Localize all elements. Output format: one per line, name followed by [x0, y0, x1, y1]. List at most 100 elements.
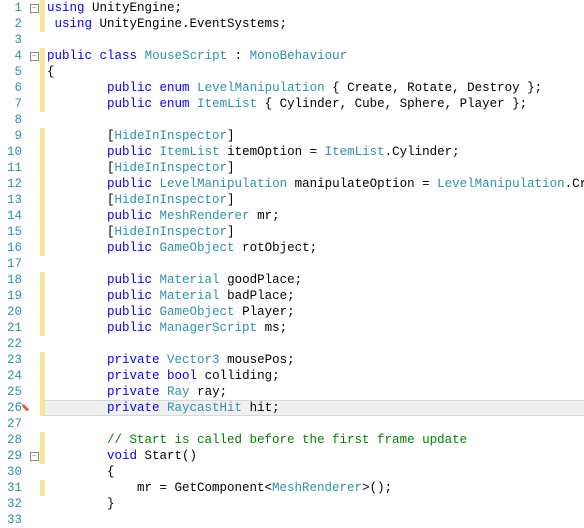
- token-id: [137, 49, 145, 63]
- code-line[interactable]: public class MouseScript : MonoBehaviour: [45, 48, 584, 64]
- token-type: ItemList: [197, 97, 257, 111]
- token-id: ms;: [257, 321, 287, 335]
- code-line[interactable]: using UnityEngine.EventSystems;: [45, 16, 584, 32]
- token-id: [47, 353, 107, 367]
- code-line[interactable]: public MeshRenderer mr;: [45, 208, 584, 224]
- line-number: 15: [0, 224, 22, 240]
- code-area[interactable]: using UnityEngine; using UnityEngine.Eve…: [45, 0, 584, 527]
- line-number: 32: [0, 496, 22, 512]
- line-number: 17: [0, 256, 22, 272]
- line-number: 9: [0, 128, 22, 144]
- code-line[interactable]: {: [45, 464, 584, 480]
- code-line[interactable]: public Material goodPlace;: [45, 272, 584, 288]
- code-line[interactable]: 🪛 private RaycastHit hit;: [45, 400, 584, 416]
- token-id: [47, 81, 107, 95]
- code-line[interactable]: // Start is called before the first fram…: [45, 432, 584, 448]
- token-id: [160, 401, 168, 415]
- code-line[interactable]: public ItemList itemOption = ItemList.Cy…: [45, 144, 584, 160]
- fold-cell: [28, 96, 40, 112]
- fold-cell[interactable]: −: [28, 0, 40, 16]
- fold-toggle-icon[interactable]: −: [30, 452, 39, 461]
- token-id: [47, 433, 107, 447]
- code-line[interactable]: [45, 336, 584, 352]
- code-line[interactable]: private Ray ray;: [45, 384, 584, 400]
- token-kw: private: [107, 353, 160, 367]
- code-line[interactable]: [45, 112, 584, 128]
- line-number: 33: [0, 512, 22, 528]
- code-line[interactable]: [45, 32, 584, 48]
- fold-column[interactable]: − − −: [28, 0, 40, 527]
- line-number: 28: [0, 432, 22, 448]
- token-id: [47, 273, 107, 287]
- code-line[interactable]: private bool colliding;: [45, 368, 584, 384]
- fold-toggle-icon[interactable]: −: [30, 4, 39, 13]
- token-id: { Cylinder, Cube, Sphere, Player };: [257, 97, 527, 111]
- token-kw: void: [107, 449, 137, 463]
- code-line[interactable]: [HideInInspector]: [45, 160, 584, 176]
- token-type: GameObject: [160, 305, 235, 319]
- token-id: [160, 385, 168, 399]
- line-number: 18: [0, 272, 22, 288]
- token-id: [47, 289, 107, 303]
- token-kw: public: [107, 305, 152, 319]
- fold-toggle-icon[interactable]: −: [30, 52, 39, 61]
- token-kw: public: [47, 49, 92, 63]
- token-type: HideInInspector: [115, 193, 228, 207]
- code-line[interactable]: }: [45, 496, 584, 512]
- token-id: [160, 369, 168, 383]
- token-kw: public: [107, 145, 152, 159]
- fold-cell[interactable]: −: [28, 448, 40, 464]
- token-id: { Create, Rotate, Destroy };: [325, 81, 543, 95]
- code-line[interactable]: public enum ItemList { Cylinder, Cube, S…: [45, 96, 584, 112]
- code-line[interactable]: public ManagerScript ms;: [45, 320, 584, 336]
- code-line[interactable]: mr = GetComponent<MeshRenderer>();: [45, 480, 584, 496]
- token-id: hit;: [242, 401, 280, 415]
- fold-cell: [28, 512, 40, 528]
- token-id: :: [227, 49, 250, 63]
- code-line[interactable]: public Material badPlace;: [45, 288, 584, 304]
- code-line[interactable]: [45, 256, 584, 272]
- code-line[interactable]: [HideInInspector]: [45, 192, 584, 208]
- code-line[interactable]: void Start(): [45, 448, 584, 464]
- fold-cell[interactable]: −: [28, 48, 40, 64]
- token-id: [152, 241, 160, 255]
- line-number: 8: [0, 112, 22, 128]
- fold-cell: [28, 416, 40, 432]
- fold-cell: [28, 304, 40, 320]
- code-editor[interactable]: 1234567891011121314151617181920212223242…: [0, 0, 584, 527]
- line-number: 22: [0, 336, 22, 352]
- token-kw: public: [107, 273, 152, 287]
- token-id: [47, 97, 107, 111]
- code-line[interactable]: public enum LevelManipulation { Create, …: [45, 80, 584, 96]
- token-id: [190, 97, 198, 111]
- token-id: [152, 81, 160, 95]
- token-id: [152, 321, 160, 335]
- token-id: }: [47, 497, 115, 511]
- code-line[interactable]: using UnityEngine;: [45, 0, 584, 16]
- code-line[interactable]: [HideInInspector]: [45, 128, 584, 144]
- fold-cell: [28, 432, 40, 448]
- line-number: 29: [0, 448, 22, 464]
- token-type: MouseScript: [145, 49, 228, 63]
- token-type: MeshRenderer: [160, 209, 250, 223]
- fold-cell: [28, 128, 40, 144]
- screwdriver-icon[interactable]: 🪛: [17, 401, 29, 415]
- token-kw: public: [107, 97, 152, 111]
- fold-cell: [28, 176, 40, 192]
- token-id: colliding;: [197, 369, 280, 383]
- code-line[interactable]: [45, 416, 584, 432]
- code-line[interactable]: {: [45, 64, 584, 80]
- token-type: ItemList: [160, 145, 220, 159]
- code-line[interactable]: [HideInInspector]: [45, 224, 584, 240]
- line-number: 19: [0, 288, 22, 304]
- token-type: Ray: [167, 385, 190, 399]
- code-line[interactable]: public GameObject Player;: [45, 304, 584, 320]
- code-line[interactable]: public LevelManipulation manipulateOptio…: [45, 176, 584, 192]
- token-id: .Create;: [565, 177, 584, 191]
- token-id: Start(): [137, 449, 197, 463]
- code-line[interactable]: private Vector3 mousePos;: [45, 352, 584, 368]
- token-id: badPlace;: [220, 289, 295, 303]
- token-id: [190, 81, 198, 95]
- code-line[interactable]: public GameObject rotObject;: [45, 240, 584, 256]
- code-line[interactable]: [45, 512, 584, 528]
